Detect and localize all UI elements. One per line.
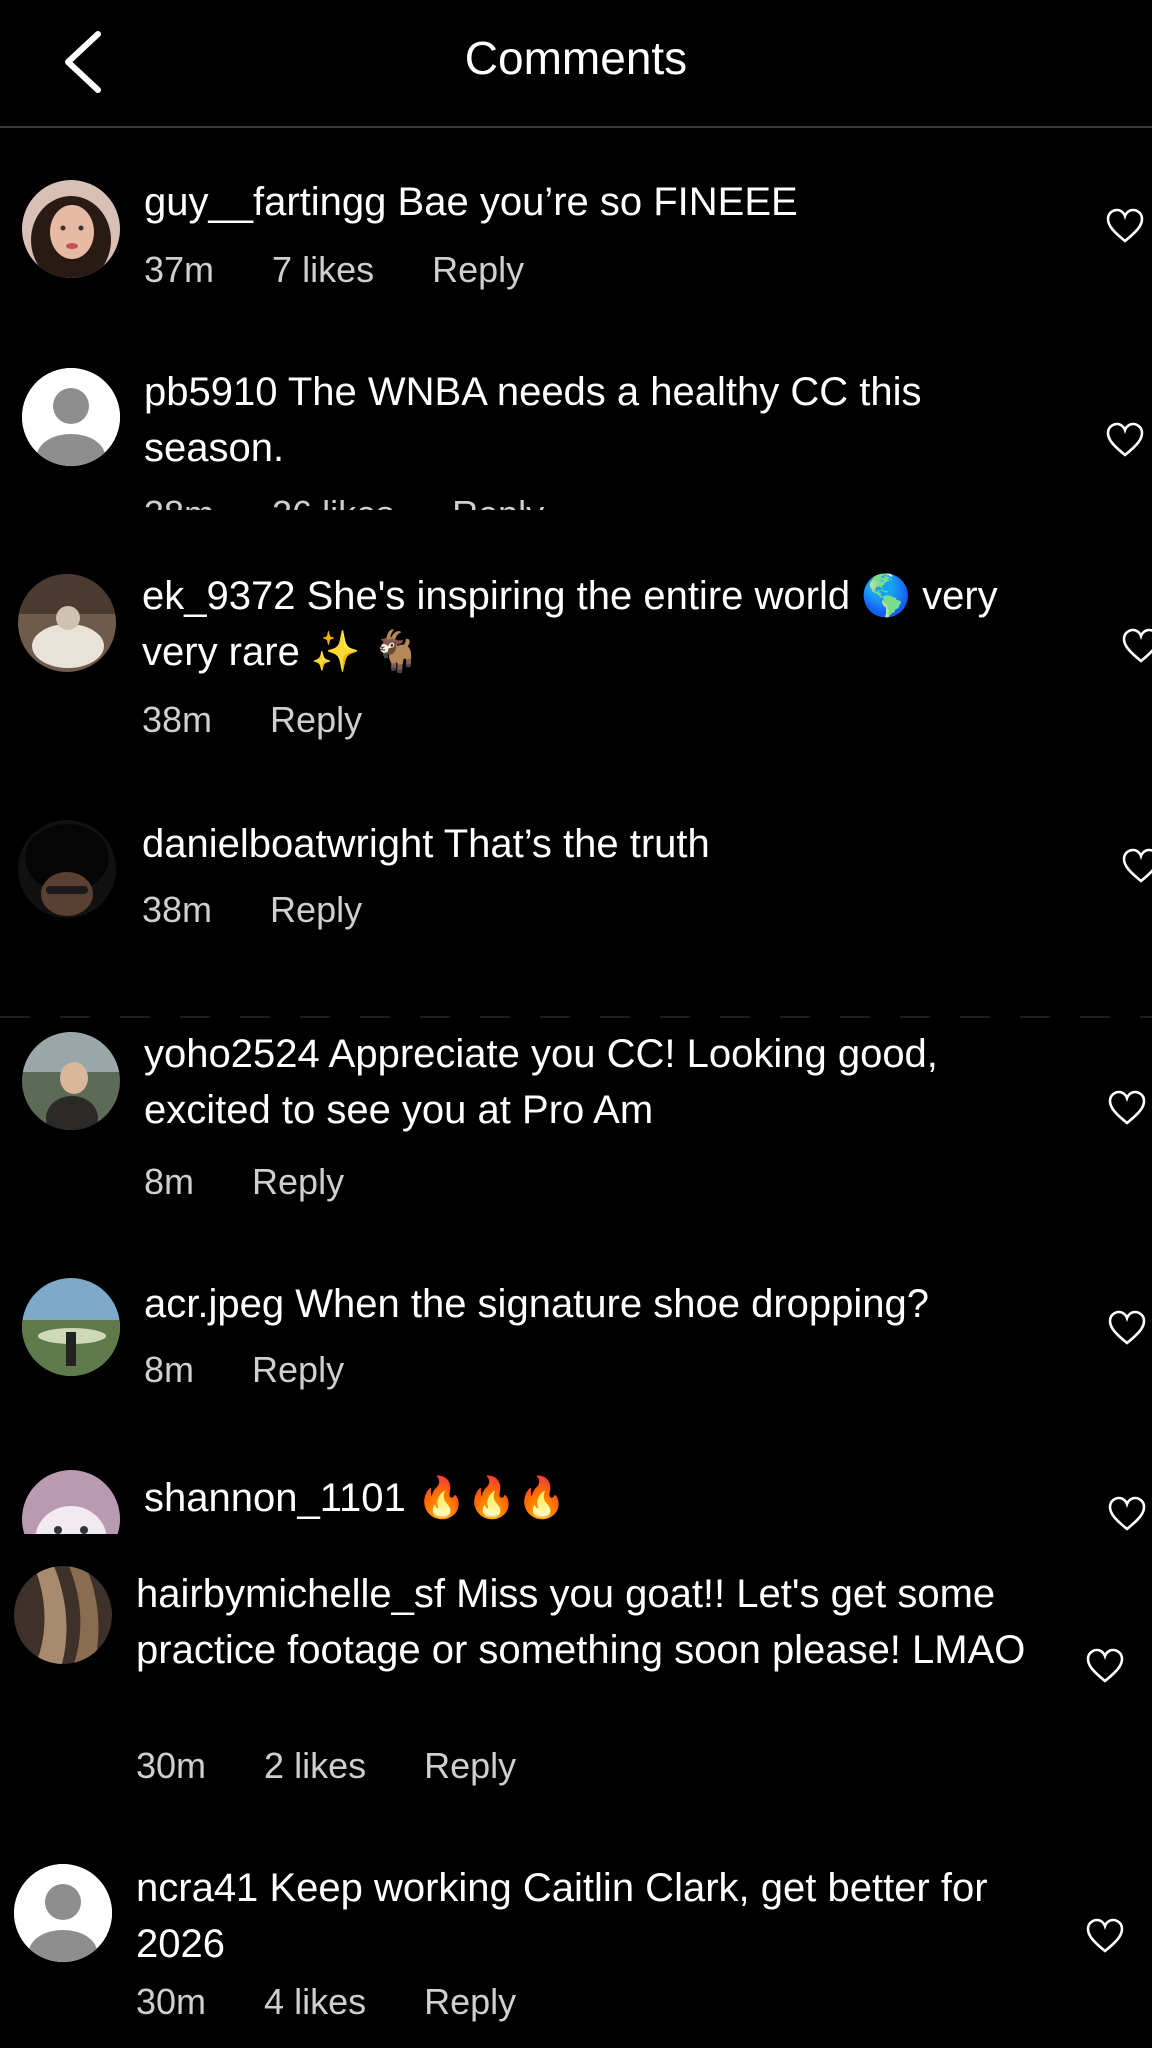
comment-body: Keep working Caitlin Clark, get better f…: [136, 1866, 988, 1966]
comment-item: danielboatwright That’s the truth 38m Re…: [0, 810, 1152, 980]
comment-username[interactable]: acr.jpeg: [144, 1282, 284, 1326]
avatar[interactable]: [22, 180, 120, 278]
comment-time: 30m: [136, 1981, 207, 2022]
comment-likes[interactable]: 7 likes: [272, 248, 374, 292]
comment-meta: 37m 7 likes Reply: [144, 248, 572, 292]
comment-username[interactable]: shannon_1101: [144, 1476, 406, 1520]
comment-item: hairbymichelle_sf Miss you goat!! Let's …: [0, 1560, 1152, 1810]
comment-item: acr.jpeg When the signature shoe droppin…: [0, 1270, 1152, 1430]
comment-meta: 8m Reply: [144, 1348, 392, 1392]
like-heart-icon[interactable]: [1108, 1310, 1146, 1346]
comment-username[interactable]: guy__fartingg: [144, 180, 386, 224]
avatar[interactable]: [22, 1470, 120, 1534]
like-heart-icon[interactable]: [1108, 1496, 1146, 1532]
comment-body: When the signature shoe dropping?: [295, 1282, 930, 1326]
like-heart-icon[interactable]: [1122, 848, 1152, 884]
comment-likes[interactable]: 26 likes: [272, 492, 394, 510]
comment-meta: 38m Reply: [142, 888, 410, 932]
reply-button[interactable]: Reply: [252, 1160, 344, 1204]
avatar[interactable]: [22, 1278, 120, 1376]
avatar[interactable]: [14, 1864, 112, 1962]
comment-time: 38m: [142, 889, 213, 930]
comment-text: ek_9372 She's inspiring the entire world…: [142, 568, 1072, 680]
avatar[interactable]: [18, 820, 116, 918]
comment-text: yoho2524 Appreciate you CC! Looking good…: [144, 1026, 1024, 1138]
comment-meta: 38m Reply: [142, 698, 410, 742]
comment-meta: 30m 2 likes Reply: [136, 1744, 564, 1788]
comment-time: 30m: [136, 1745, 207, 1786]
reply-button[interactable]: Reply: [424, 1744, 516, 1788]
comment-body: That’s the truth: [443, 822, 710, 866]
page-title: Comments: [464, 32, 688, 84]
comment-username[interactable]: ncra41: [136, 1866, 258, 1910]
comment-username[interactable]: yoho2524: [144, 1032, 320, 1076]
comment-time: 37m: [144, 249, 215, 290]
comment-username[interactable]: ek_9372: [142, 574, 295, 618]
like-heart-icon[interactable]: [1086, 1648, 1124, 1684]
comment-time: 38m: [142, 699, 213, 740]
comment-meta: 30m 4 likes Reply: [136, 1980, 564, 2024]
like-heart-icon[interactable]: [1106, 422, 1144, 458]
reply-button[interactable]: Reply: [270, 888, 362, 932]
reply-button[interactable]: Reply: [252, 1348, 344, 1392]
comment-item: ncra41 Keep working Caitlin Clark, get b…: [0, 1856, 1152, 2048]
comment-meta: 38m 26 likes Reply: [144, 492, 592, 510]
comment-body: Bae you’re so FINEEE: [397, 180, 798, 224]
like-heart-icon[interactable]: [1106, 208, 1144, 244]
comment-item: guy__fartingg Bae you’re so FINEEE 37m 7…: [0, 160, 1152, 330]
comment-meta: 8m Reply: [144, 1160, 392, 1204]
comment-text: shannon_1101 🔥🔥🔥: [144, 1470, 1074, 1526]
header: Comments: [0, 0, 1152, 128]
comment-time: 38m: [144, 492, 214, 510]
avatar[interactable]: [14, 1566, 112, 1664]
comment-item: shannon_1101 🔥🔥🔥: [0, 1460, 1152, 1534]
comment-text: hairbymichelle_sf Miss you goat!! Let's …: [136, 1566, 1066, 1678]
avatar[interactable]: [18, 574, 116, 672]
comment-item: pb5910 The WNBA needs a healthy CC this …: [0, 346, 1152, 510]
like-heart-icon[interactable]: [1122, 628, 1152, 664]
reply-button[interactable]: Reply: [452, 492, 544, 510]
comment-likes[interactable]: 2 likes: [264, 1744, 366, 1788]
comment-item: yoho2524 Appreciate you CC! Looking good…: [0, 1026, 1152, 1226]
comment-username[interactable]: danielboatwright: [142, 822, 433, 866]
comment-text: pb5910 The WNBA needs a healthy CC this …: [144, 364, 1004, 476]
comment-username[interactable]: hairbymichelle_sf: [136, 1572, 445, 1616]
avatar[interactable]: [22, 1032, 120, 1130]
comment-time: 8m: [144, 1161, 195, 1202]
like-heart-icon[interactable]: [1108, 1090, 1146, 1126]
divider: [0, 1016, 1152, 1018]
comment-username[interactable]: pb5910: [144, 370, 277, 414]
like-heart-icon[interactable]: [1086, 1918, 1124, 1954]
reply-button[interactable]: Reply: [432, 248, 524, 292]
comment-text: ncra41 Keep working Caitlin Clark, get b…: [136, 1860, 1066, 1972]
comment-body: 🔥🔥🔥: [416, 1475, 567, 1521]
reply-button[interactable]: Reply: [270, 698, 362, 742]
comment-item: ek_9372 She's inspiring the entire world…: [0, 560, 1152, 760]
comment-text: acr.jpeg When the signature shoe droppin…: [144, 1276, 1074, 1332]
reply-button[interactable]: Reply: [424, 1980, 516, 2024]
comment-time: 8m: [144, 1349, 195, 1390]
comment-text: danielboatwright That’s the truth: [142, 816, 1072, 872]
avatar[interactable]: [22, 368, 120, 466]
comment-text: guy__fartingg Bae you’re so FINEEE: [144, 174, 1064, 230]
comment-likes[interactable]: 4 likes: [264, 1980, 366, 2024]
